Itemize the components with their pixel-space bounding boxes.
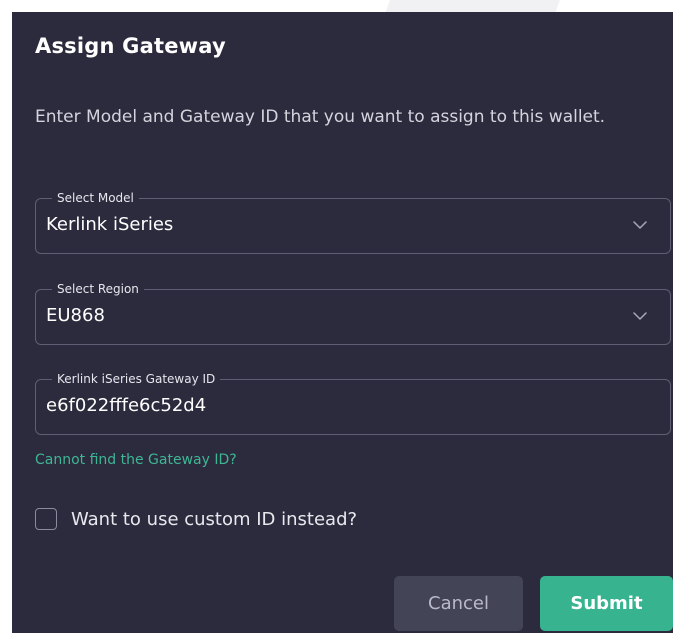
select-region-label: Select Region: [52, 281, 144, 297]
select-model-dropdown[interactable]: Select Model Kerlink iSeries: [35, 190, 671, 254]
custom-id-checkbox[interactable]: [35, 508, 57, 530]
chevron-down-icon[interactable]: [632, 217, 648, 233]
chevron-down-icon[interactable]: [632, 308, 648, 324]
custom-id-checkbox-row[interactable]: Want to use custom ID instead?: [35, 506, 357, 532]
gateway-id-value[interactable]: e6f022fffe6c52d4: [46, 395, 206, 416]
dialog-description: Enter Model and Gateway ID that you want…: [35, 107, 606, 127]
select-model-value: Kerlink iSeries: [46, 214, 174, 235]
select-region-dropdown[interactable]: Select Region EU868: [35, 281, 671, 345]
cancel-button[interactable]: Cancel: [394, 576, 523, 631]
submit-button[interactable]: Submit: [540, 576, 673, 631]
gateway-id-label: Kerlink iSeries Gateway ID: [52, 371, 221, 387]
select-model-label: Select Model: [52, 190, 139, 206]
gateway-id-input[interactable]: Kerlink iSeries Gateway ID e6f022fffe6c5…: [35, 371, 671, 435]
dialog-title: Assign Gateway: [35, 34, 226, 58]
custom-id-checkbox-label[interactable]: Want to use custom ID instead?: [71, 509, 357, 530]
cannot-find-gateway-id-link[interactable]: Cannot find the Gateway ID?: [35, 452, 237, 468]
select-region-value: EU868: [46, 305, 105, 326]
assign-gateway-dialog: Assign Gateway Enter Model and Gateway I…: [12, 12, 673, 633]
